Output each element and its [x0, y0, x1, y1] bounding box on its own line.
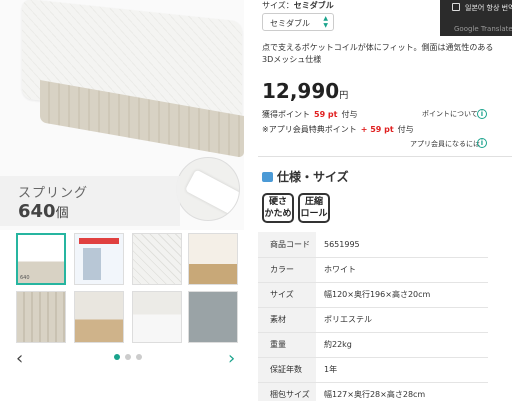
spec-row: 保証年数 1年	[258, 357, 488, 383]
spec-section-title: 仕様・サイズ	[262, 168, 349, 185]
chevron-right-icon[interactable]: ›	[228, 348, 235, 369]
badge-line: 圧縮	[304, 197, 323, 207]
thumb-spring-label: 640	[20, 275, 30, 281]
app-points-suffix: 付与	[397, 125, 414, 134]
bed-frame-thumb[interactable]	[188, 233, 238, 285]
spec-title-text: 仕様・サイズ	[277, 170, 349, 184]
spec-key: 保証年数	[258, 357, 316, 383]
points-suffix: 付与	[341, 110, 358, 119]
spring-count-label: スプリング 640個	[0, 176, 180, 226]
spec-value: 5651995	[316, 232, 488, 258]
size-label: サイズ：	[262, 1, 294, 10]
mesh-closeup-thumb[interactable]	[188, 291, 238, 343]
spec-row: サイズ 幅120×奥行196×高さ20cm	[258, 282, 488, 308]
size-select[interactable]: セミダブル ▲ ▼	[262, 13, 334, 31]
app-points-row: ※アプリ会員特典ポイント + 59 pt 付与	[262, 124, 414, 135]
spec-row: 重量 約22kg	[258, 332, 488, 358]
spec-table: 商品コード 5651995 カラー ホワイト サイズ 幅120×奥行196×高さ20cm 素…	[258, 232, 488, 401]
product-description: 点で支えるポケットコイルが体にフィット。側面は通気性のある3Dメッシュ仕様	[262, 43, 494, 64]
points-row: 獲得ポイント 59 pt 付与	[262, 109, 357, 120]
price-value: 12,990	[262, 79, 340, 103]
carousel-dots	[114, 354, 142, 360]
ruler-icon	[262, 172, 273, 182]
spec-row: 素材 ポリエステル	[258, 307, 488, 333]
spec-value: 幅127×奥行28×高さ28cm	[316, 382, 488, 401]
spec-key: 素材	[258, 307, 316, 333]
app-member-link[interactable]: アプリ会員になるには	[410, 139, 480, 149]
compressed-roll-badge: 圧縮 ロール	[298, 193, 330, 223]
points-value: 59 pt	[314, 110, 338, 119]
info-icon[interactable]: i	[477, 109, 487, 119]
price-unit: 円	[339, 91, 349, 101]
badge-line: かため	[264, 209, 292, 219]
room-scene-thumb[interactable]	[74, 291, 124, 343]
main-product-image[interactable]: スプリング 640個	[0, 0, 244, 230]
spec-value: ホワイト	[316, 257, 488, 283]
size-select-value: セミダブル	[270, 19, 310, 28]
select-arrows-icon: ▲ ▼	[323, 15, 328, 29]
always-translate-checkbox[interactable]	[452, 3, 460, 11]
translate-popup: 일본어 항상 번역 Google Translate	[440, 0, 512, 36]
spec-key: カラー	[258, 257, 316, 283]
spec-key: 重量	[258, 332, 316, 358]
app-points-label: ※アプリ会員特典ポイント	[262, 125, 357, 134]
google-translate-label: Google Translate	[454, 25, 512, 33]
bedroom-thumb[interactable]	[132, 291, 182, 343]
spec-key: サイズ	[258, 282, 316, 308]
badge-line: ロール	[300, 209, 328, 219]
chevron-left-icon[interactable]: ‹	[16, 348, 23, 369]
carousel-dot[interactable]	[136, 354, 142, 360]
hardness-badge: 硬さ かため	[262, 193, 294, 223]
quilt-closeup-thumb[interactable]	[132, 233, 182, 285]
spec-key: 梱包サイズ	[258, 382, 316, 401]
mattress-thumb[interactable]: 640	[16, 233, 66, 285]
spec-value: 1年	[316, 357, 488, 383]
carousel-dot[interactable]	[125, 354, 131, 360]
points-label: 獲得ポイント	[262, 110, 310, 119]
spec-value: 約22kg	[316, 332, 488, 358]
spec-value: 幅120×奥行196×高さ20cm	[316, 282, 488, 308]
points-info-link[interactable]: ポイントについて	[422, 109, 478, 119]
spring-count-value: 640個	[18, 201, 69, 222]
always-translate-label: 일본어 항상 번역	[465, 4, 512, 12]
spec-row: 梱包サイズ 幅127×奥行28×高さ28cm	[258, 382, 488, 401]
spec-row: カラー ホワイト	[258, 257, 488, 283]
size-value: セミダブル	[293, 1, 334, 10]
side-fabric-thumb[interactable]	[16, 291, 66, 343]
spec-key: 商品コード	[258, 232, 316, 258]
spec-row: 商品コード 5651995	[258, 232, 488, 258]
spring-label-text: スプリング	[18, 186, 89, 201]
badge-line: 硬さ	[268, 197, 287, 207]
info-icon[interactable]: i	[477, 138, 487, 148]
mesh-corner-detail	[176, 157, 240, 221]
spec-value: ポリエステル	[316, 307, 488, 333]
product-price: 12,990円	[262, 79, 348, 103]
carousel-dot[interactable]	[114, 354, 120, 360]
size-row: サイズ：セミダブル	[262, 0, 334, 11]
section-divider	[258, 156, 512, 157]
spec-sheet-thumb[interactable]	[74, 233, 124, 285]
app-points-value: + 59 pt	[360, 125, 394, 134]
